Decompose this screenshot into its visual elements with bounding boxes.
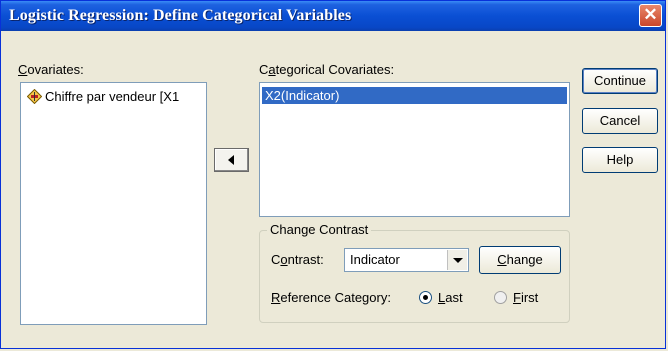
list-item[interactable]: Chiffre par vendeur [X1 — [27, 89, 179, 104]
categorical-covariates-listbox[interactable]: X2(Indicator) — [259, 82, 570, 217]
contrast-label: Contrast: — [271, 252, 324, 267]
covariate-name: Chiffre par vendeur [X1 — [45, 89, 180, 104]
first-radio-label[interactable]: First — [513, 290, 538, 305]
categorical-covariates-label: Categorical Covariates: — [259, 62, 395, 77]
scale-variable-icon — [27, 89, 42, 104]
title-bar[interactable]: Logistic Regression: Define Categorical … — [1, 1, 665, 31]
window-title: Logistic Regression: Define Categorical … — [9, 7, 352, 24]
last-radio-label[interactable]: Last — [438, 290, 463, 305]
contrast-dropdown[interactable]: Indicator — [344, 248, 469, 272]
covariates-listbox[interactable]: Chiffre par vendeur [X1 — [20, 82, 207, 325]
close-icon: ✕ — [643, 5, 658, 24]
last-radio[interactable] — [419, 291, 432, 304]
radio-selected-dot — [423, 295, 428, 300]
close-button[interactable]: ✕ — [639, 4, 662, 27]
list-item[interactable]: X2(Indicator) — [262, 87, 567, 104]
left-arrow-icon — [228, 155, 234, 165]
contrast-value: Indicator — [350, 252, 400, 267]
cancel-button[interactable]: Cancel — [582, 108, 658, 134]
help-button[interactable]: Help — [582, 147, 658, 173]
first-radio[interactable] — [494, 291, 507, 304]
move-left-button[interactable] — [214, 148, 249, 172]
change-button[interactable]: Change — [479, 246, 561, 274]
change-contrast-title: Change Contrast — [267, 222, 372, 237]
change-contrast-group — [259, 230, 570, 323]
chevron-down-icon — [453, 258, 463, 263]
continue-button[interactable]: Continue — [582, 68, 658, 94]
dialog-window: Logistic Regression: Define Categorical … — [0, 0, 666, 349]
reference-category-label: Reference Category: — [271, 290, 391, 305]
covariates-label: Covariates: — [18, 62, 84, 77]
dropdown-button[interactable] — [447, 250, 467, 270]
